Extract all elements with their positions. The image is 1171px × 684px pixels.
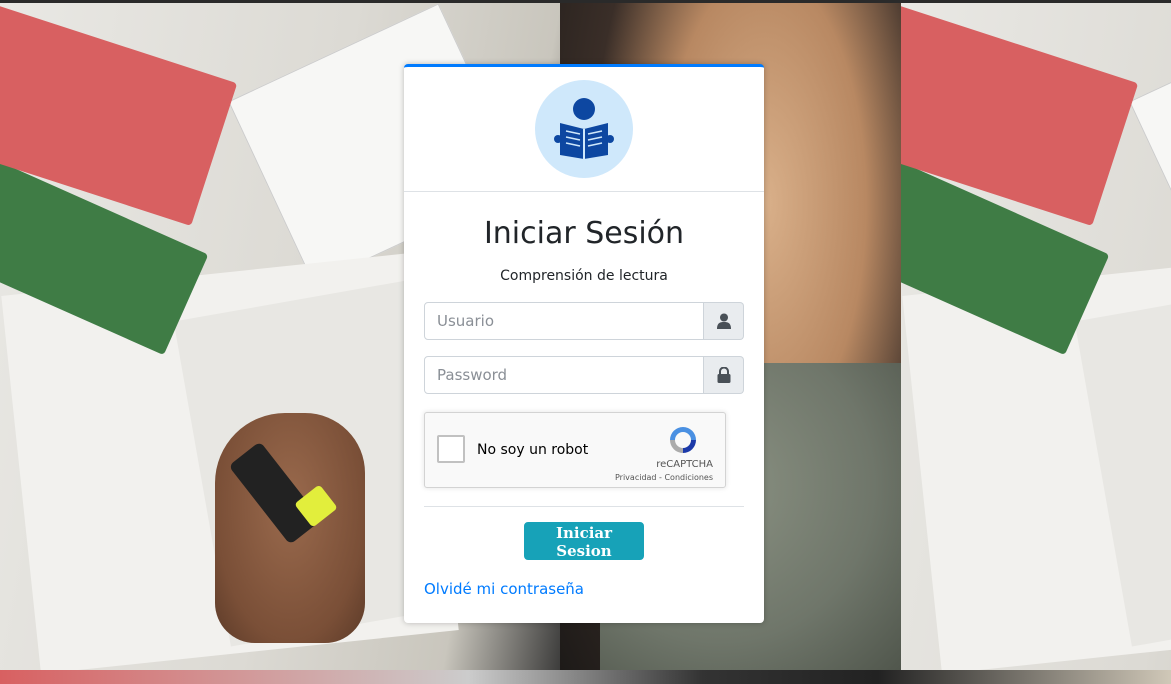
background-repeat-strip (0, 670, 1171, 684)
password-group (424, 356, 744, 394)
recaptcha-checkbox[interactable] (437, 435, 465, 463)
background-tile-repeat (901, 3, 1171, 670)
lock-icon (704, 356, 744, 394)
recaptcha-logo-icon (670, 427, 696, 453)
password-input[interactable] (424, 356, 704, 394)
page-subtitle: Comprensión de lectura (500, 268, 668, 284)
recaptcha-label: No soy un robot (477, 442, 589, 458)
reading-person-icon (554, 98, 614, 159)
user-icon (704, 302, 744, 340)
recaptcha-links[interactable]: Privacidad - Condiciones (615, 473, 713, 482)
logo (535, 80, 633, 178)
divider (424, 506, 744, 507)
card-header (404, 67, 764, 192)
recaptcha-brand: reCAPTCHA (656, 459, 713, 470)
username-group (424, 302, 744, 340)
recaptcha-widget: No soy un robot reCAPTCHA Privacidad - C… (424, 412, 726, 488)
login-button[interactable]: Iniciar Sesion (524, 522, 644, 560)
login-card: Iniciar Sesión Comprensión de lectura No… (404, 64, 764, 623)
page-title: Iniciar Sesión (483, 216, 685, 251)
forgot-password-link[interactable]: Olvidé mi contraseña (424, 580, 584, 598)
username-input[interactable] (424, 302, 704, 340)
